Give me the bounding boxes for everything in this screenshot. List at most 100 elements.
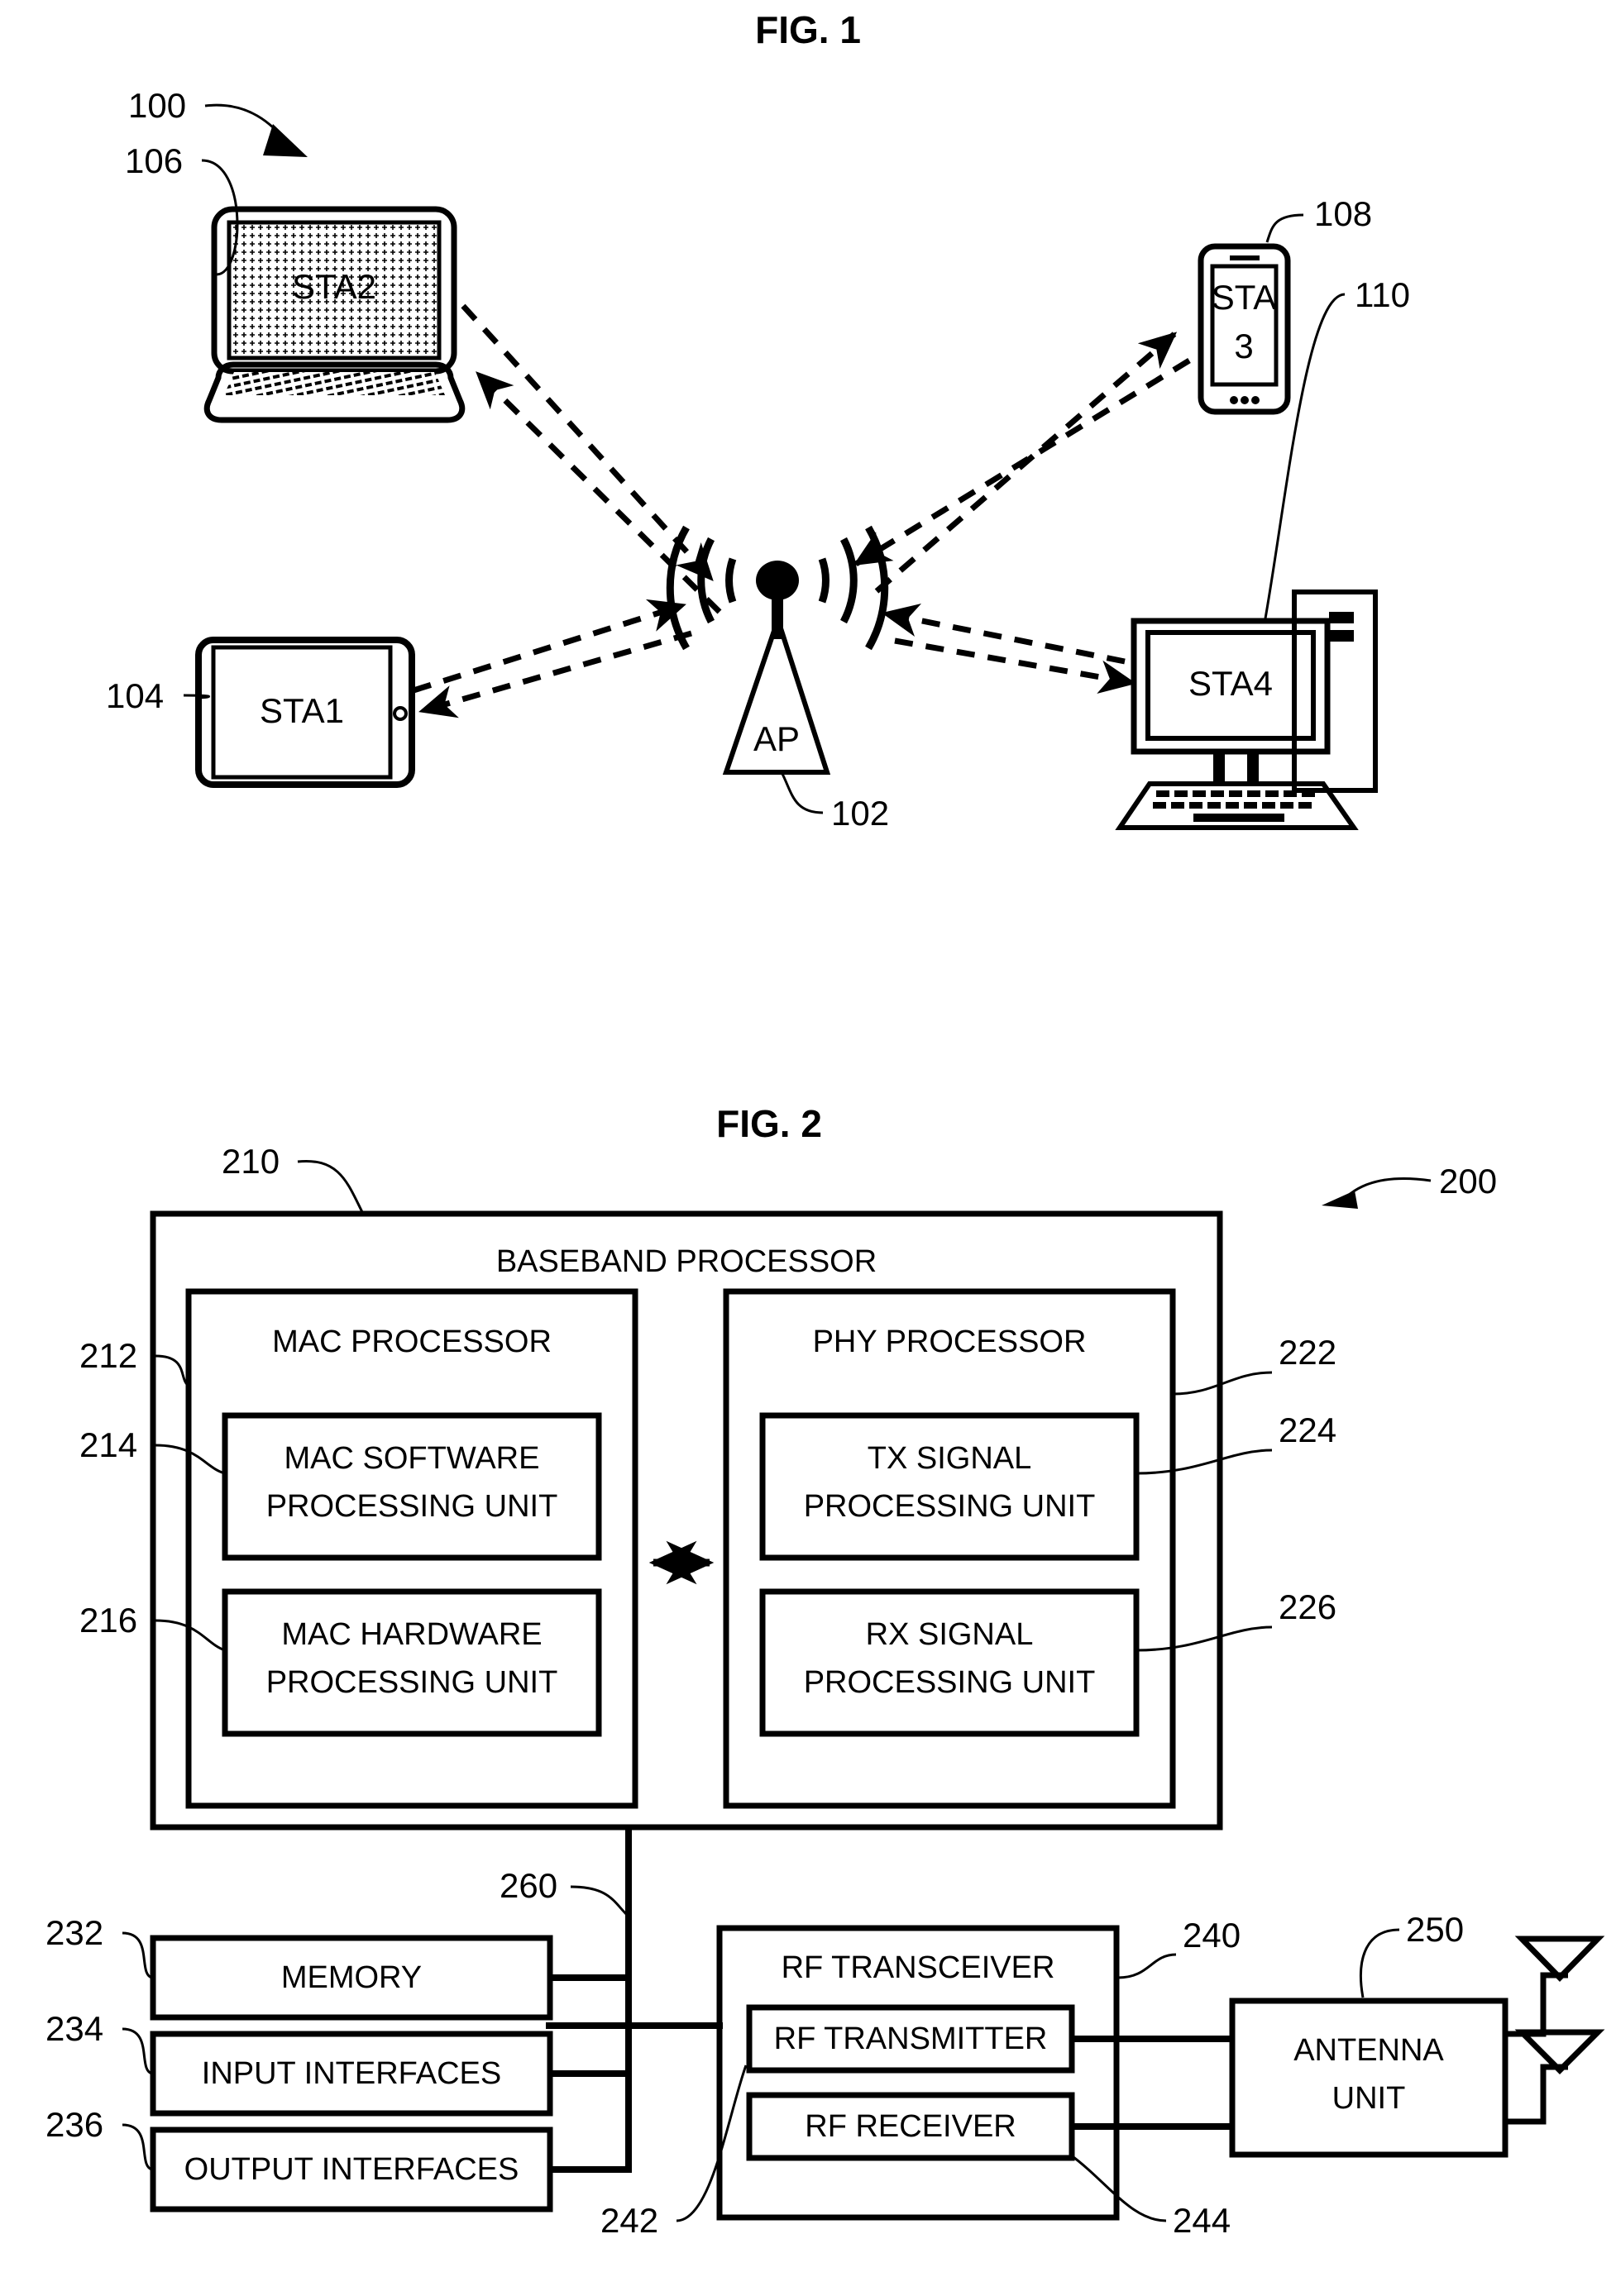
node-sta3-smartphone[interactable]: STA 3 (1198, 243, 1291, 415)
smartphone-label-line2: 3 (1234, 327, 1253, 365)
ref-242-label: 242 (600, 2201, 658, 2240)
antenna-2-feedline (1505, 2064, 1568, 2125)
ref-244-label: 244 (1173, 2201, 1231, 2240)
ref-260-label: 260 (500, 1866, 557, 1905)
mac-software-unit-line1: MAC SOFTWARE (284, 1441, 540, 1476)
mac-hardware-unit-line2: PROCESSING UNIT (266, 1665, 558, 1700)
tx-signal-processing-unit-box[interactable] (759, 1412, 1140, 1561)
mac-hardware-processing-unit-box[interactable] (222, 1588, 602, 1737)
link-ap-sta4-in (881, 603, 1126, 665)
phy-processor-box[interactable] (723, 1288, 1176, 1809)
ref-260-leader (570, 1885, 629, 1917)
ref-212-label: 212 (79, 1336, 137, 1375)
ref-216-label: 216 (79, 1601, 137, 1640)
ref-234-label: 234 (45, 2009, 103, 2048)
node-sta2-laptop[interactable]: STA2 (203, 206, 466, 423)
ref-210-label: 210 (222, 1142, 280, 1181)
ref-106-label: 106 (125, 141, 183, 180)
laptop-screen-label: STA2 (292, 267, 376, 306)
monitor-stand-right (1247, 752, 1259, 784)
ref-224-leader (1136, 1449, 1273, 1475)
ref-236-leader (122, 2123, 153, 2171)
rf-receiver-label: RF RECEIVER (805, 2109, 1016, 2144)
antenna-unit-line2: UNIT (1332, 2081, 1406, 2116)
antenna-unit-box[interactable] (1229, 1998, 1508, 2158)
ref-108-label: 108 (1314, 194, 1372, 233)
mac-software-unit-line2: PROCESSING UNIT (266, 1489, 558, 1524)
ref-102-leader (781, 773, 824, 814)
ref-226-leader (1136, 1625, 1273, 1652)
baseband-processor-label: BASEBAND PROCESSOR (496, 1244, 877, 1279)
link-ap-sta2-out (461, 303, 714, 582)
ref-240-leader (1117, 1953, 1177, 1979)
tx-signal-unit-line1: TX SIGNAL (868, 1441, 1032, 1476)
monitor-screen-label: STA4 (1188, 664, 1273, 703)
antenna-1-radiator (1514, 1936, 1605, 1983)
rf-transmitter-label: RF TRANSMITTER (774, 2022, 1048, 2056)
link-ap-sta4-out (894, 637, 1137, 694)
ref-108-leader (1265, 213, 1304, 243)
monitor-stand-left (1213, 752, 1225, 784)
mac-hardware-unit-line1: MAC HARDWARE (281, 1617, 542, 1652)
ap-wave-left-1 (725, 557, 737, 604)
ref-232-leader (122, 1931, 153, 1979)
antenna-symbol-2 (1505, 2029, 1605, 2125)
ref-222-label: 222 (1279, 1333, 1336, 1372)
link-ap-sta3-out (874, 332, 1178, 594)
tablet-home-button[interactable] (393, 706, 408, 721)
ref-100-label: 100 (128, 86, 186, 125)
ref-236-label: 236 (45, 2105, 103, 2144)
ref-250-leader (1360, 1928, 1400, 1998)
ref-110-label: 110 (1355, 275, 1410, 314)
tx-signal-unit-line2: PROCESSING UNIT (804, 1489, 1096, 1524)
ref-240-label: 240 (1183, 1916, 1241, 1955)
figure-2-title: FIG. 2 (716, 1102, 822, 1145)
node-access-point[interactable]: AP (666, 525, 889, 775)
mac-processor-box[interactable] (185, 1288, 638, 1809)
figure-2-group: FIG. 2 200 BASEBAND PROCESSOR 210 MAC PR… (45, 1102, 1605, 2240)
figure-1-group: FIG. 1 100 STA2 106 STA 3 108 STA1 104 S… (106, 8, 1410, 833)
smartphone-button-2 (1241, 396, 1249, 404)
patent-figures-canvas: FIG. 1 100 STA2 106 STA 3 108 STA1 104 S… (45, 8, 1605, 2240)
mac-processor-label: MAC PROCESSOR (272, 1325, 552, 1359)
rx-signal-unit-line1: RX SIGNAL (866, 1617, 1034, 1652)
patent-figure-page: FIG. 1 100 STA2 106 STA 3 108 STA1 104 S… (0, 0, 1616, 2296)
ref-234-leader (122, 2027, 153, 2075)
mac-software-processing-unit-box[interactable] (222, 1412, 602, 1561)
ref-200-arrowhead (1322, 1191, 1358, 1209)
ref-232-label: 232 (45, 1913, 103, 1952)
ref-200-label: 200 (1439, 1162, 1497, 1201)
antenna-symbol-1 (1505, 1936, 1605, 2037)
link-ap-sta1-in (418, 630, 692, 718)
node-sta4-desktop[interactable]: STA4 (1115, 590, 1378, 830)
ref-102-label: 102 (831, 794, 889, 833)
ap-wave-left-2 (697, 537, 715, 624)
tablet-screen-label: STA1 (260, 691, 344, 730)
ap-antenna-ball (756, 561, 799, 600)
node-sta1-tablet[interactable]: STA1 (195, 637, 415, 788)
ref-104-label: 104 (106, 676, 164, 715)
figure-1-title: FIG. 1 (755, 8, 861, 51)
phy-processor-label: PHY PROCESSOR (813, 1325, 1087, 1359)
ref-210-leader (297, 1159, 364, 1213)
keyboard-keys (1153, 790, 1315, 822)
tower-slot-1 (1329, 612, 1354, 623)
ref-226-label: 226 (1279, 1587, 1336, 1626)
ref-214-label: 214 (79, 1425, 137, 1464)
ref-100-arrowhead (263, 124, 308, 157)
input-interfaces-label: INPUT INTERFACES (202, 2056, 501, 2091)
rf-transceiver-label: RF TRANSCEIVER (782, 1950, 1055, 1985)
ap-wave-right-2 (839, 537, 858, 624)
ref-212-leader (155, 1354, 190, 1387)
output-interfaces-label: OUTPUT INTERFACES (184, 2152, 519, 2187)
ref-242-leader (676, 2064, 748, 2222)
ref-250-label: 250 (1406, 1910, 1464, 1949)
antenna-1-feedline (1505, 1972, 1568, 2037)
rx-signal-processing-unit-box[interactable] (759, 1588, 1140, 1737)
smartphone-button-3 (1251, 396, 1260, 404)
smartphone-label-line1: STA (1212, 278, 1277, 317)
ap-label: AP (753, 719, 800, 758)
antenna-unit-line1: ANTENNA (1293, 2033, 1444, 2068)
ap-wave-right-1 (818, 557, 830, 604)
link-ap-sta2-in (476, 371, 722, 614)
